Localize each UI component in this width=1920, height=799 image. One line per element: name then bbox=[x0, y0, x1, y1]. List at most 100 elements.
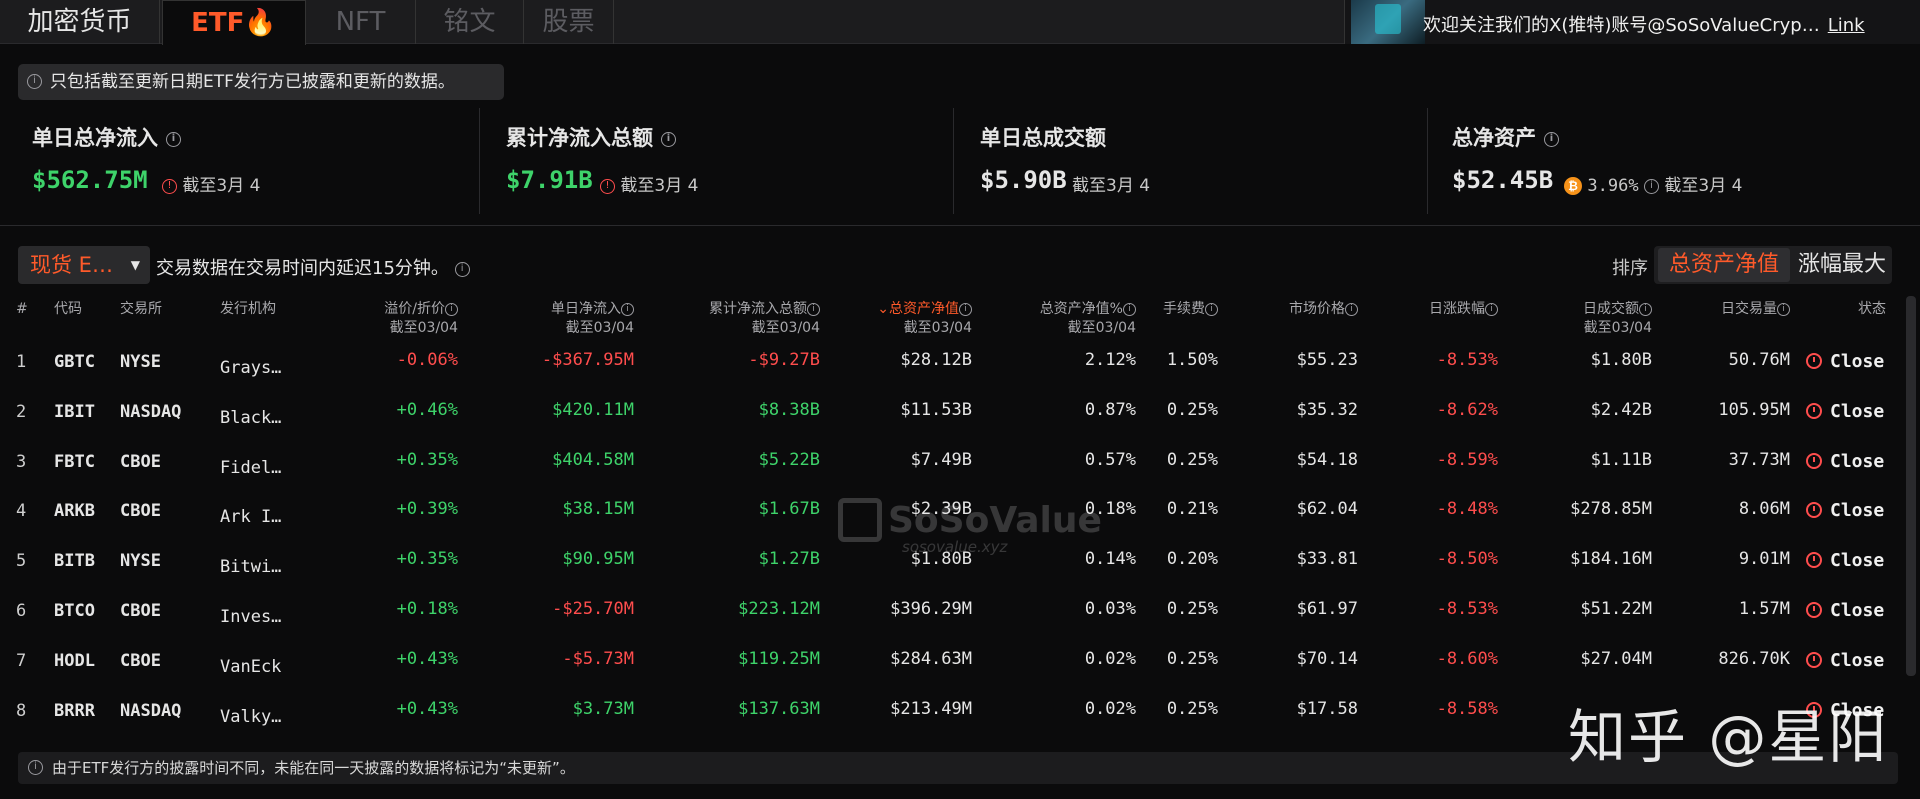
info-icon[interactable]: i bbox=[1544, 131, 1559, 147]
info-icon: i bbox=[27, 74, 42, 89]
cell-price: $17.58 bbox=[1296, 698, 1358, 719]
cell-cum-flow: $1.67B bbox=[758, 499, 820, 520]
cell-code[interactable]: BTCO bbox=[54, 596, 114, 626]
cell-num: 5 bbox=[16, 551, 27, 572]
cell-change: -8.53% bbox=[1436, 350, 1498, 370]
alert-icon: ! bbox=[162, 178, 177, 194]
tab-inscriptions[interactable]: 铭文 bbox=[416, 0, 524, 44]
sort-toggle: 总资产净值 涨幅最大 bbox=[1654, 246, 1892, 284]
cell-nav-pct: 0.03% bbox=[1084, 599, 1136, 619]
cell-issuer: Grays… bbox=[220, 358, 282, 378]
stat-value: $5.90B bbox=[980, 166, 1067, 194]
table-row[interactable]: 6 BTCO CBOE Inves… +0.18% -$25.70M $223.12M $39… bbox=[0, 594, 1915, 644]
col-nav-pct-label: 总资产净值% bbox=[1039, 301, 1123, 317]
sort-by-nav[interactable]: 总资产净值 bbox=[1658, 248, 1790, 282]
col-exchange[interactable]: 交易所 bbox=[120, 300, 162, 319]
col-premium[interactable]: 溢价/折价 i 截至03/04 bbox=[330, 300, 458, 338]
cell-volume: 826.70K bbox=[1718, 648, 1790, 669]
sort-by-gain[interactable]: 涨幅最大 bbox=[1798, 246, 1886, 284]
cell-daily-flow: -$25.70M bbox=[552, 599, 634, 619]
info-icon: i bbox=[1345, 302, 1358, 316]
cell-premium: +0.35% bbox=[396, 449, 458, 470]
col-code[interactable]: 代码 bbox=[54, 300, 82, 319]
info-icon[interactable]: i bbox=[1644, 178, 1659, 194]
info-icon: i bbox=[1485, 302, 1498, 316]
cell-change: -8.53% bbox=[1436, 599, 1498, 619]
tab-nft[interactable]: NFT bbox=[306, 0, 416, 44]
cell-value: $1.11B bbox=[1590, 449, 1652, 470]
delay-note-text: 交易数据在交易时间内延迟15分钟。 bbox=[156, 258, 449, 279]
col-cum-flow[interactable]: 累计净流入总额 i 截至03/04 bbox=[660, 300, 820, 338]
col-value[interactable]: 日成交额 i 截至03/04 bbox=[1560, 300, 1652, 338]
stat-value: $52.45B bbox=[1452, 166, 1554, 194]
table-row[interactable]: 1 GBTC NYSE Grays… -0.06% -$367.95M -$9.27B $28… bbox=[0, 345, 1915, 395]
banner-image bbox=[1351, 0, 1425, 44]
tab-etf[interactable]: ETF🔥 bbox=[162, 0, 306, 45]
status-text: Close bbox=[1830, 450, 1885, 472]
info-icon: i bbox=[445, 302, 458, 316]
cell-volume: 9.01M bbox=[1738, 549, 1790, 570]
cell-num: 4 bbox=[16, 501, 27, 522]
col-value-date: 截至03/04 bbox=[1583, 320, 1652, 336]
cell-fee: 0.20% bbox=[1166, 549, 1218, 570]
info-icon[interactable]: i bbox=[661, 131, 676, 147]
col-fee[interactable]: 手续费 i bbox=[1140, 300, 1218, 319]
notice-text: 只包括截至更新日期ETF发行方已披露和更新的数据。 bbox=[50, 72, 455, 92]
etf-type-select[interactable]: 现货 E… ▼ bbox=[18, 246, 150, 284]
clock-icon bbox=[1806, 402, 1822, 419]
status-text: Close bbox=[1830, 400, 1885, 422]
cell-daily-flow: $90.95M bbox=[562, 549, 634, 570]
btc-share: 3.96% bbox=[1587, 176, 1639, 196]
stat-date: 截至3月 4 bbox=[1072, 176, 1151, 196]
cell-code[interactable]: BITB bbox=[54, 546, 114, 576]
cell-nav: $396.29M bbox=[890, 599, 972, 619]
vertical-scrollbar[interactable] bbox=[1906, 296, 1916, 676]
col-volume[interactable]: 日交易量 i bbox=[1700, 300, 1790, 319]
stat-value: $562.75M bbox=[32, 166, 148, 194]
cell-change: -8.62% bbox=[1436, 399, 1498, 420]
col-daily-flow[interactable]: 单日净流入 i 截至03/04 bbox=[500, 300, 634, 338]
cell-daily-flow: -$5.73M bbox=[562, 648, 634, 669]
info-icon[interactable]: i bbox=[166, 131, 181, 147]
cell-volume: 105.95M bbox=[1718, 399, 1790, 420]
table-row[interactable]: 3 FBTC CBOE Fidel… +0.35% $404.58M $5.22B $7.49… bbox=[0, 445, 1915, 495]
cell-cum-flow: $137.63M bbox=[738, 698, 820, 719]
watermark-name: SoSoValue bbox=[888, 499, 1102, 541]
tab-crypto[interactable]: 加密货币 bbox=[0, 0, 160, 44]
banner-link[interactable]: Link bbox=[1828, 15, 1865, 36]
cell-code[interactable]: BRRR bbox=[54, 696, 114, 726]
table-row[interactable]: 2 IBIT NASDAQ Black… +0.46% $420.11M $8.38B $11… bbox=[0, 395, 1915, 445]
info-icon: i bbox=[1123, 302, 1136, 316]
tab-stocks[interactable]: 股票 bbox=[524, 0, 614, 44]
col-daily-flow-label: 单日净流入 bbox=[551, 301, 621, 317]
cell-value: $27.04M bbox=[1580, 648, 1652, 669]
col-nav[interactable]: ⌄总资产净值 i 截至03/04 bbox=[840, 300, 972, 338]
cell-code[interactable]: FBTC bbox=[54, 447, 114, 477]
stat-date: 截至3月 4 bbox=[1664, 176, 1743, 196]
cell-exchange: CBOE bbox=[120, 650, 161, 671]
cell-code[interactable]: IBIT bbox=[54, 397, 114, 427]
status-text: Close bbox=[1830, 500, 1885, 522]
cell-code[interactable]: ARKB bbox=[54, 496, 114, 526]
col-change[interactable]: 日涨跌幅 i bbox=[1400, 300, 1498, 319]
cell-volume: 50.76M bbox=[1728, 350, 1790, 370]
cell-code[interactable]: HODL bbox=[54, 646, 114, 676]
info-icon: i bbox=[28, 760, 43, 775]
col-volume-label: 日交易量 bbox=[1721, 301, 1777, 317]
cell-code[interactable]: GBTC bbox=[54, 347, 114, 377]
col-num: # bbox=[16, 301, 28, 317]
cell-daily-flow: $38.15M bbox=[562, 499, 634, 520]
cell-issuer: Valky… bbox=[220, 706, 282, 727]
cell-num: 6 bbox=[16, 601, 27, 621]
col-nav-pct[interactable]: 总资产净值% i 截至03/04 bbox=[1000, 300, 1136, 338]
banner-message: 欢迎关注我们的X(推特)账号@SoSoValueCryp… bbox=[1423, 15, 1820, 36]
cell-price: $62.04 bbox=[1296, 499, 1358, 520]
cell-cum-flow: $1.27B bbox=[758, 549, 820, 570]
market-status: Close bbox=[1806, 351, 1884, 372]
table-row[interactable]: 7 HODL CBOE VanEck +0.43% -$5.73M $119.25M $284… bbox=[0, 644, 1915, 694]
col-price[interactable]: 市场价格 i bbox=[1260, 300, 1358, 319]
clock-icon bbox=[1806, 651, 1822, 668]
col-issuer[interactable]: 发行机构 bbox=[220, 300, 276, 319]
cell-premium: +0.46% bbox=[396, 399, 458, 420]
info-icon[interactable]: i bbox=[454, 261, 470, 277]
